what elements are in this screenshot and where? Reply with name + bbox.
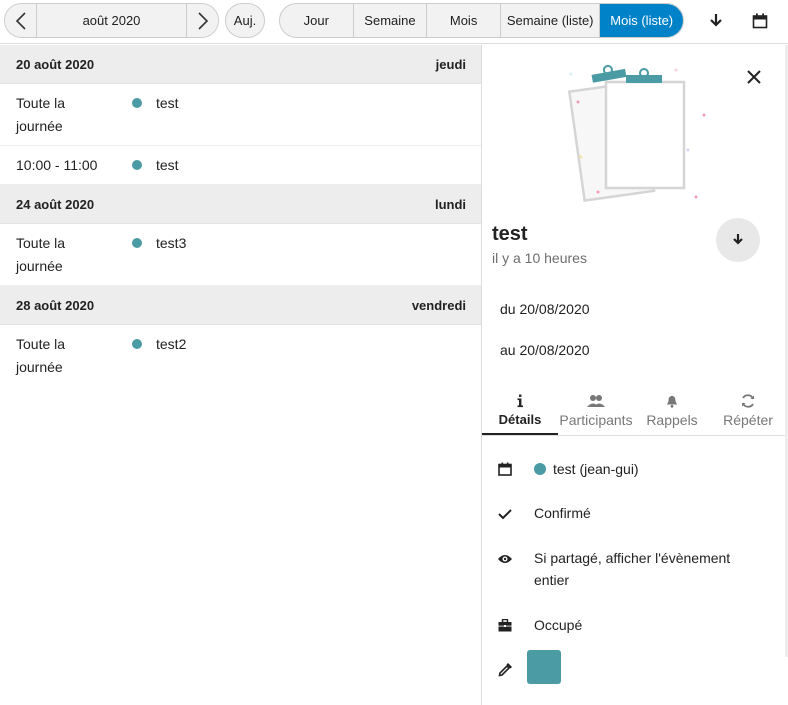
tab-participants[interactable]: Participants	[558, 388, 634, 435]
day-date: 20 août 2020	[16, 56, 95, 72]
view-day-button[interactable]: Jour	[280, 4, 354, 37]
event-modified-time: il y a 10 heures	[492, 250, 587, 266]
date-navigation: août 2020	[4, 3, 219, 38]
day-header: 28 août 2020 vendredi	[0, 286, 481, 325]
download-icon	[733, 234, 743, 245]
event-color-swatch[interactable]	[527, 650, 561, 684]
bell-icon	[666, 392, 678, 410]
view-switcher: Jour Semaine Mois Semaine (liste) Mois (…	[279, 3, 684, 38]
calendar-color-dot	[534, 463, 546, 475]
event-color-dot	[132, 238, 142, 248]
download-icon	[710, 14, 722, 27]
export-button[interactable]	[705, 10, 727, 32]
day-header: 24 août 2020 lundi	[0, 185, 481, 224]
previous-button[interactable]	[5, 4, 37, 37]
day-weekday: vendredi	[411, 297, 466, 313]
event-time: 10:00 - 11:00	[16, 157, 98, 173]
event-time: Toute la journée	[16, 333, 116, 379]
event-time-line2: journée	[16, 359, 63, 375]
availability-text: Occupé	[534, 617, 583, 633]
day-date: 24 août 2020	[16, 196, 95, 212]
event-time-line2: journée	[16, 258, 63, 274]
calendar-settings-button[interactable]	[749, 10, 771, 32]
list-item[interactable]: 10:00 - 11:00 test	[0, 146, 481, 185]
event-time: Toute la journée	[16, 92, 116, 138]
day-date: 28 août 2020	[16, 297, 95, 313]
event-time-line1: Toute la	[16, 95, 66, 111]
view-week-button[interactable]: Semaine	[354, 4, 428, 37]
view-month-list-button[interactable]: Mois (liste)	[600, 4, 683, 37]
availability-row[interactable]: Occupé	[482, 614, 788, 638]
status-text: Confirmé	[534, 505, 591, 521]
tab-repeat-label: Répéter	[723, 412, 773, 428]
event-time: Toute la journée	[16, 232, 116, 278]
tab-reminders[interactable]: Rappels	[634, 388, 710, 435]
list-item[interactable]: Toute la journée test3	[0, 224, 481, 286]
color-picker-icon	[496, 660, 514, 678]
event-color-dot	[132, 160, 142, 170]
calendar-name-text: test (jean-gui)	[553, 461, 639, 477]
event-title: test3	[156, 235, 187, 251]
event-start-date[interactable]: du 20/08/2020	[500, 301, 590, 317]
check-icon	[496, 505, 514, 523]
event-title: test2	[156, 336, 187, 352]
chevron-right-icon	[197, 11, 208, 30]
event-title: test	[156, 157, 179, 173]
briefcase-icon	[496, 616, 514, 634]
list-item[interactable]: Toute la journée test2	[0, 325, 481, 387]
event-details-panel: test il y a 10 heures du 20/08/2020 au 2…	[482, 45, 788, 705]
close-button[interactable]	[744, 67, 764, 87]
info-icon	[516, 392, 524, 410]
toolbar: août 2020 Auj. Jour Semaine Mois Semaine…	[0, 0, 788, 44]
today-button[interactable]: Auj.	[225, 3, 265, 38]
download-event-button[interactable]	[716, 218, 760, 262]
event-title-heading: test	[492, 223, 528, 245]
tab-details-label: Détails	[498, 412, 542, 427]
calendar-icon	[752, 13, 768, 29]
repeat-icon	[740, 392, 756, 410]
view-week-list-button[interactable]: Semaine (liste)	[501, 4, 601, 37]
calendar-name: test (jean-gui)	[534, 458, 754, 480]
view-month-button[interactable]: Mois	[427, 4, 501, 37]
eye-icon	[496, 550, 514, 568]
event-time-line1: Toute la	[16, 336, 66, 352]
tab-reminders-label: Rappels	[646, 412, 698, 428]
date-picker-button[interactable]: août 2020	[37, 4, 186, 37]
day-weekday: lundi	[434, 196, 466, 212]
chevron-left-icon	[15, 11, 26, 30]
close-icon	[747, 70, 761, 84]
tab-details[interactable]: Détails	[482, 388, 558, 435]
event-list: 20 août 2020 jeudi Toute la journée test …	[0, 45, 482, 705]
details-tabs: Détails Participants Rappels Répéter	[482, 388, 788, 436]
event-end-date[interactable]: au 20/08/2020	[500, 342, 590, 358]
color-row[interactable]	[482, 650, 788, 684]
status-row[interactable]: Confirmé	[482, 502, 788, 526]
empty-content-illustration	[567, 64, 706, 203]
calendar-icon	[496, 460, 514, 478]
tab-repeat[interactable]: Répéter	[710, 388, 786, 435]
calendar-row[interactable]: test (jean-gui)	[482, 458, 788, 482]
visibility-row[interactable]: Si partagé, afficher l'évènement entier	[482, 547, 788, 593]
day-weekday: jeudi	[435, 56, 466, 72]
event-time-line2: journée	[16, 118, 63, 134]
visibility-text: Si partagé, afficher l'évènement entier	[534, 550, 731, 588]
event-time-line1: Toute la	[16, 235, 66, 251]
event-color-dot	[132, 98, 142, 108]
day-header: 20 août 2020 jeudi	[0, 45, 481, 84]
event-title: test	[156, 95, 179, 111]
tab-participants-label: Participants	[559, 412, 633, 428]
next-button[interactable]	[186, 4, 218, 37]
people-icon	[587, 392, 605, 410]
event-color-dot	[132, 339, 142, 349]
list-item[interactable]: Toute la journée test	[0, 84, 481, 146]
